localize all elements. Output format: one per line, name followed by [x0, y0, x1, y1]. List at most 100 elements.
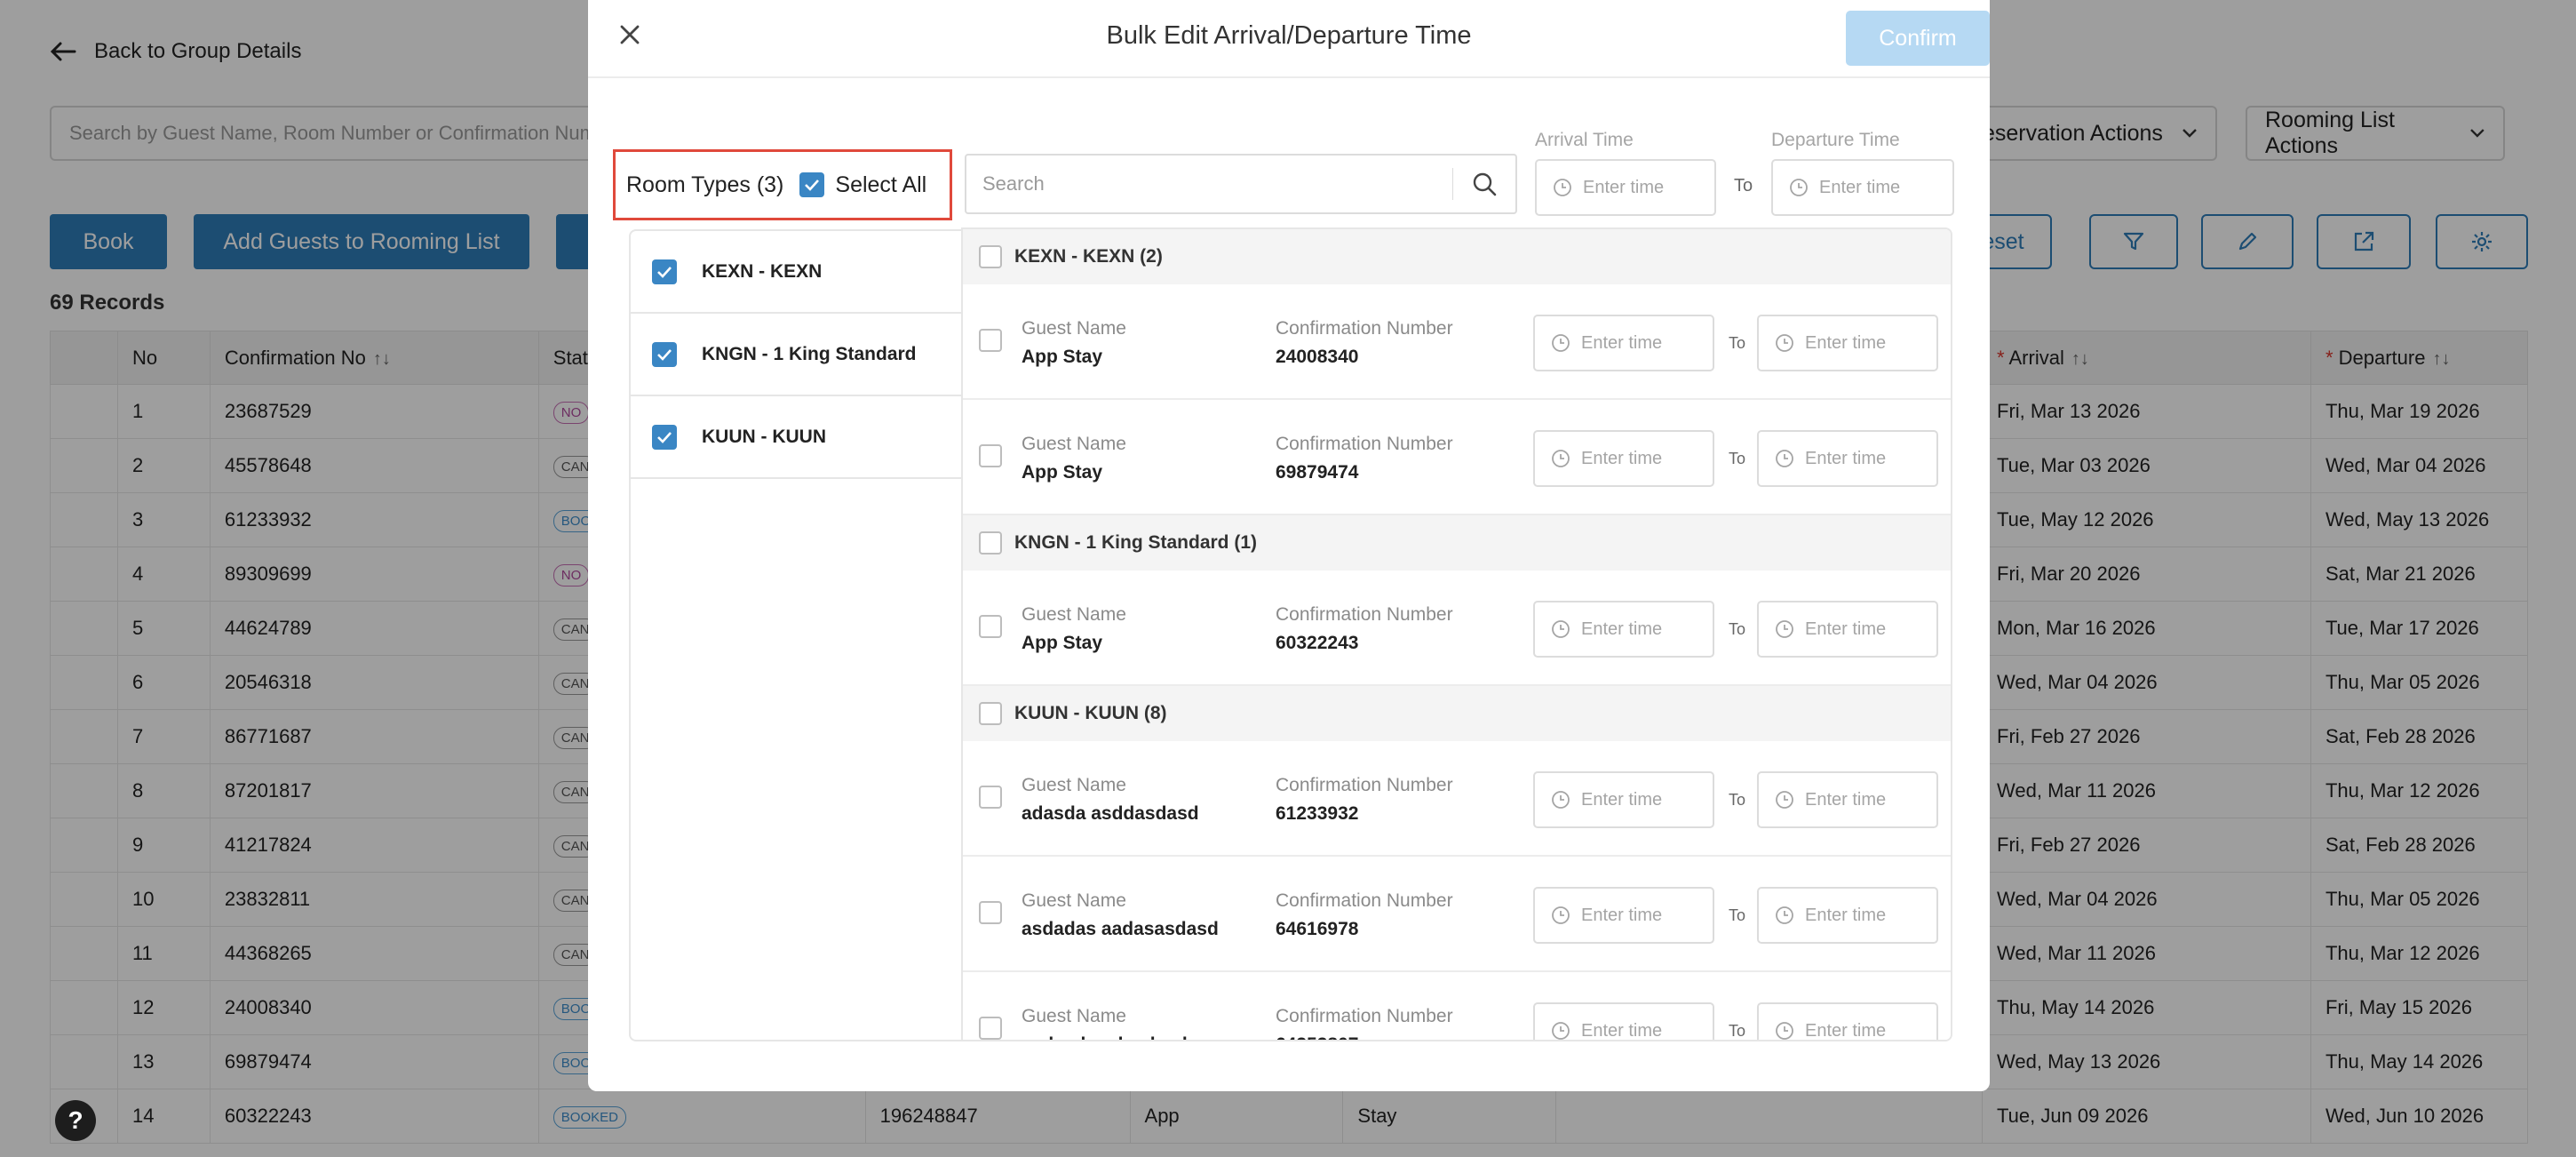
- confirmation-field: Confirmation Number 64616978: [1276, 890, 1453, 940]
- guest-search-field[interactable]: [965, 154, 1517, 214]
- modal-title: Bulk Edit Arrival/Departure Time: [1106, 21, 1472, 50]
- checkbox-checked-icon[interactable]: [652, 341, 677, 367]
- guest-departure-time-input[interactable]: Enter time: [1757, 1002, 1938, 1040]
- group-header: KUUN - KUUN (8): [963, 686, 1951, 741]
- bulk-edit-modal: Bulk Edit Arrival/Departure Time Confirm…: [588, 0, 1990, 1091]
- guest-checkbox[interactable]: [979, 1017, 1002, 1040]
- checkbox-checked-icon[interactable]: [652, 259, 677, 284]
- group-header-label: KUUN - KUUN (8): [1014, 703, 1167, 723]
- select-all-checkbox[interactable]: Select All: [799, 172, 926, 198]
- clock-icon: [1776, 906, 1793, 924]
- guest-checkbox[interactable]: [979, 901, 1002, 924]
- time-placeholder: Enter time: [1819, 177, 1901, 197]
- guest-name-field: Guest Name asdadas aadasasdasd: [1022, 890, 1219, 940]
- search-input[interactable]: [966, 157, 1452, 211]
- guest-name-label: Guest Name: [1022, 890, 1126, 911]
- room-type-item[interactable]: KUUN - KUUN: [631, 396, 963, 479]
- room-type-item[interactable]: KEXN - KEXN: [631, 231, 963, 314]
- guest-departure-time-input[interactable]: Enter time: [1757, 771, 1938, 828]
- guest-checkbox[interactable]: [979, 444, 1002, 467]
- guest-name-value: App Stay: [1022, 633, 1103, 653]
- confirmation-field: Confirmation Number 60322243: [1276, 604, 1453, 654]
- clock-icon: [1552, 791, 1570, 809]
- room-type-label: KEXN - KEXN: [702, 260, 823, 282]
- guest-checkbox[interactable]: [979, 786, 1002, 809]
- confirmation-label: Confirmation Number: [1276, 434, 1453, 454]
- time-placeholder: Enter time: [1581, 1020, 1663, 1041]
- guest-row: Guest Name asdasd asdasdasd Confirmation N…: [963, 972, 1951, 1041]
- confirmation-value: 64616978: [1276, 919, 1359, 939]
- guest-departure-time-input[interactable]: Enter time: [1757, 430, 1938, 487]
- to-label: To: [1729, 791, 1746, 809]
- confirmation-value: 69879474: [1276, 462, 1359, 483]
- confirmation-value: 64353807: [1276, 1034, 1453, 1040]
- time-placeholder: Enter time: [1581, 618, 1663, 639]
- clock-icon: [1552, 906, 1570, 924]
- time-placeholder: Enter time: [1581, 905, 1663, 925]
- clock-icon: [1552, 450, 1570, 467]
- to-label: To: [1729, 1022, 1746, 1040]
- guest-departure-time-input[interactable]: Enter time: [1757, 315, 1938, 371]
- clock-icon: [1776, 620, 1793, 638]
- clock-icon: [1776, 334, 1793, 352]
- departure-time-label: Departure Time: [1771, 130, 1900, 150]
- group-checkbox[interactable]: [979, 702, 1002, 725]
- group-checkbox[interactable]: [979, 245, 1002, 268]
- arrival-time-label: Arrival Time: [1535, 130, 1634, 150]
- confirmation-label: Confirmation Number: [1276, 318, 1453, 339]
- room-type-label: KNGN - 1 King Standard: [702, 343, 917, 364]
- guest-arrival-time-input[interactable]: Enter time: [1533, 430, 1714, 487]
- room-type-list: KEXN - KEXN KNGN - 1 King Standard KUUN - …: [629, 229, 963, 1041]
- confirm-button[interactable]: Confirm: [1846, 11, 1990, 66]
- room-type-item[interactable]: KNGN - 1 King Standard: [631, 314, 963, 396]
- group-header: KEXN - KEXN (2): [963, 229, 1951, 284]
- guest-checkbox[interactable]: [979, 329, 1002, 352]
- clock-icon: [1790, 179, 1808, 196]
- to-label: To: [1729, 334, 1746, 352]
- room-types-header: Room Types (3) Select All: [613, 149, 952, 220]
- guest-name-label: Guest Name: [1022, 1006, 1126, 1026]
- guest-name-field: Guest Name App Stay: [1022, 434, 1126, 483]
- to-label: To: [1734, 176, 1753, 195]
- guest-departure-time-input[interactable]: Enter time: [1757, 601, 1938, 658]
- clock-icon: [1552, 620, 1570, 638]
- time-placeholder: Enter time: [1805, 332, 1887, 353]
- clock-icon: [1552, 334, 1570, 352]
- guest-arrival-time-input[interactable]: Enter time: [1533, 315, 1714, 371]
- time-placeholder: Enter time: [1805, 448, 1887, 468]
- group-header-label: KEXN - KEXN (2): [1014, 246, 1163, 267]
- checkbox-checked-icon[interactable]: [652, 424, 677, 450]
- confirmation-field: Confirmation Number 64353807: [1276, 1006, 1453, 1040]
- guest-arrival-time-input[interactable]: Enter time: [1533, 601, 1714, 658]
- time-placeholder: Enter time: [1581, 789, 1663, 810]
- confirmation-label: Confirmation Number: [1276, 775, 1453, 795]
- guest-row: Guest Name adasda asddasdasd Confirmation …: [963, 741, 1951, 857]
- clock-icon: [1552, 1022, 1570, 1040]
- time-placeholder: Enter time: [1583, 177, 1665, 197]
- clock-icon: [1776, 791, 1793, 809]
- room-type-label: KUUN - KUUN: [702, 426, 826, 447]
- clock-icon: [1776, 1022, 1793, 1040]
- group-checkbox[interactable]: [979, 531, 1002, 555]
- confirmation-label: Confirmation Number: [1276, 1006, 1453, 1026]
- confirmation-field: Confirmation Number 61233932: [1276, 775, 1453, 825]
- search-icon[interactable]: [1453, 171, 1515, 197]
- bulk-arrival-time-input[interactable]: Enter time: [1535, 159, 1716, 216]
- guest-name-value: App Stay: [1022, 347, 1103, 367]
- guest-name-value: asdasd asdasdasd: [1022, 1034, 1188, 1040]
- guest-checkbox[interactable]: [979, 615, 1002, 638]
- confirmation-field: Confirmation Number 69879474: [1276, 434, 1453, 483]
- time-placeholder: Enter time: [1581, 448, 1663, 468]
- guest-arrival-time-input[interactable]: Enter time: [1533, 887, 1714, 944]
- help-button[interactable]: ?: [55, 1100, 96, 1141]
- guest-row: Guest Name App Stay Confirmation Number 240…: [963, 284, 1951, 400]
- guest-arrival-time-input[interactable]: Enter time: [1533, 1002, 1714, 1041]
- guest-arrival-time-input[interactable]: Enter time: [1533, 771, 1714, 828]
- guest-name-value: adasda asddasdasd: [1022, 803, 1199, 824]
- guest-departure-time-input[interactable]: Enter time: [1757, 887, 1938, 944]
- clock-icon: [1554, 179, 1571, 196]
- checkbox-checked-icon[interactable]: [799, 172, 825, 197]
- guest-name-label: Guest Name: [1022, 604, 1126, 625]
- group-header-label: KNGN - 1 King Standard (1): [1014, 532, 1258, 553]
- bulk-departure-time-input[interactable]: Enter time: [1771, 159, 1954, 216]
